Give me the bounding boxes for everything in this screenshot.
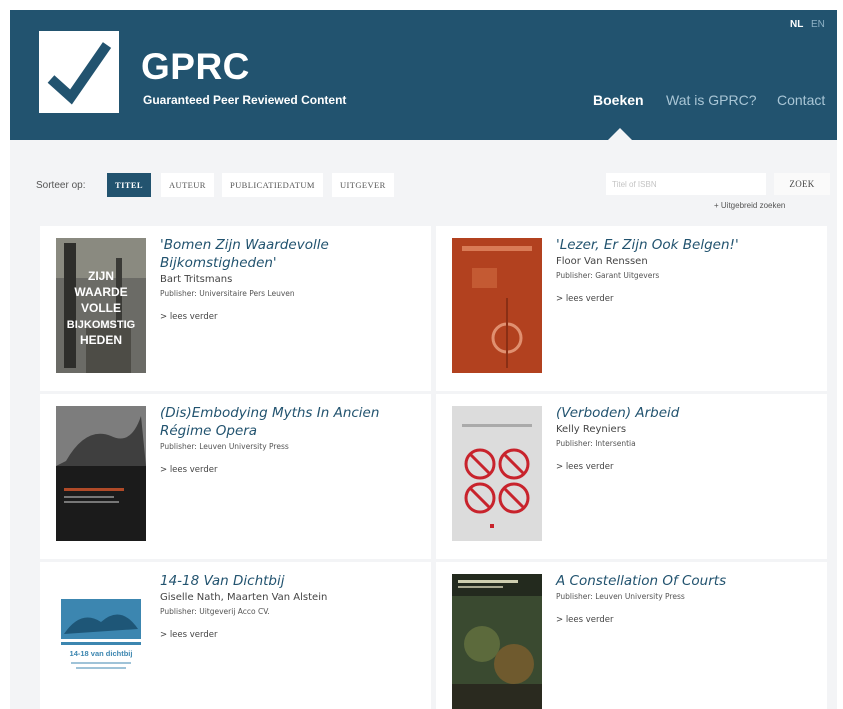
svg-text:WAARDE: WAARDE — [74, 285, 127, 299]
book-publisher: Publisher: Universitaire Pers Leuven — [160, 289, 295, 298]
book-cover[interactable]: ZIJN WAARDE VOLLE BIJKOMSTIG HEDEN — [56, 238, 146, 373]
book-cover[interactable] — [452, 406, 542, 541]
nav-wat-is-gprc[interactable]: Wat is GPRC? — [666, 92, 757, 108]
lang-en-link[interactable]: EN — [811, 19, 825, 30]
read-more-link[interactable]: > lees verder — [556, 462, 614, 472]
read-more-link[interactable]: > lees verder — [160, 312, 218, 322]
svg-text:HEDEN: HEDEN — [80, 333, 122, 347]
read-more-link[interactable]: > lees verder — [556, 615, 614, 625]
book-publisher: Publisher: Intersentia — [556, 439, 636, 448]
book-publisher: Publisher: Leuven University Press — [160, 442, 289, 451]
nav-boeken[interactable]: Boeken — [593, 92, 644, 108]
sort-auteur-button[interactable]: AUTEUR — [161, 173, 214, 197]
sort-uitgever-button[interactable]: UITGEVER — [332, 173, 394, 197]
book-title[interactable]: 'Bomen Zijn Waardevolle Bijkomstigheden' — [160, 236, 421, 272]
search-button[interactable]: ZOEK — [774, 173, 830, 195]
book-card[interactable]: 'Lezer, Er Zijn Ook Belgen!' Floor Van R… — [436, 226, 827, 391]
svg-text:VOLLE: VOLLE — [81, 301, 121, 315]
lang-nl-link[interactable]: NL — [790, 19, 803, 30]
book-publisher: Publisher: Garant Uitgevers — [556, 271, 660, 280]
sort-label: Sorteer op: — [36, 180, 86, 191]
main-content: Sorteer op: TITEL AUTEUR PUBLICATIEDATUM… — [10, 140, 837, 709]
book-card[interactable]: 14-18 van dichtbij 14-18 Van Dichtbij Gi… — [40, 562, 431, 709]
book-title[interactable]: (Verboden) Arbeid — [556, 404, 817, 422]
read-more-link[interactable]: > lees verder — [556, 294, 614, 304]
book-title[interactable]: 'Lezer, Er Zijn Ook Belgen!' — [556, 236, 817, 254]
svg-text:ZIJN: ZIJN — [88, 269, 114, 283]
nav-contact[interactable]: Contact — [777, 92, 825, 108]
active-nav-caret — [608, 128, 632, 140]
book-cover[interactable] — [56, 406, 146, 541]
book-author: Giselle Nath, Maarten Van Alstein — [160, 592, 328, 603]
brand-subtitle: Guaranteed Peer Reviewed Content — [143, 93, 347, 107]
svg-text:BIJKOMSTIG: BIJKOMSTIG — [67, 319, 135, 331]
book-title[interactable]: (Dis)Embodying Myths In Ancien Régime Op… — [160, 404, 421, 440]
sort-publicatiedatum-button[interactable]: PUBLICATIEDATUM — [222, 173, 323, 197]
logo-checkmark-icon[interactable] — [39, 31, 119, 113]
read-more-link[interactable]: > lees verder — [160, 465, 218, 475]
book-cover[interactable]: 14-18 van dichtbij — [56, 574, 146, 709]
book-author: Bart Tritsmans — [160, 274, 233, 285]
book-cover[interactable] — [452, 238, 542, 373]
book-cover[interactable] — [452, 574, 542, 709]
book-title[interactable]: A Constellation Of Courts — [556, 572, 817, 590]
site-header: GPRC Guaranteed Peer Reviewed Content NL… — [10, 10, 837, 140]
book-title[interactable]: 14-18 Van Dichtbij — [160, 572, 421, 590]
book-card[interactable]: (Dis)Embodying Myths In Ancien Régime Op… — [40, 394, 431, 559]
sort-titel-button[interactable]: TITEL — [107, 173, 151, 197]
search-input[interactable] — [606, 173, 766, 195]
book-publisher: Publisher: Uitgeverij Acco CV. — [160, 607, 270, 616]
book-publisher: Publisher: Leuven University Press — [556, 592, 685, 601]
svg-text:14-18 van dichtbij: 14-18 van dichtbij — [70, 649, 133, 658]
book-card[interactable]: (Verboden) Arbeid Kelly Reyniers Publish… — [436, 394, 827, 559]
advanced-search-link[interactable]: + Uitgebreid zoeken — [714, 201, 785, 210]
brand-title[interactable]: GPRC — [141, 48, 250, 85]
book-author: Kelly Reyniers — [556, 424, 627, 435]
book-card[interactable]: ZIJN WAARDE VOLLE BIJKOMSTIG HEDEN 'Bome… — [40, 226, 431, 391]
read-more-link[interactable]: > lees verder — [160, 630, 218, 640]
book-card[interactable]: A Constellation Of Courts Publisher: Leu… — [436, 562, 827, 709]
book-author: Floor Van Renssen — [556, 256, 648, 267]
